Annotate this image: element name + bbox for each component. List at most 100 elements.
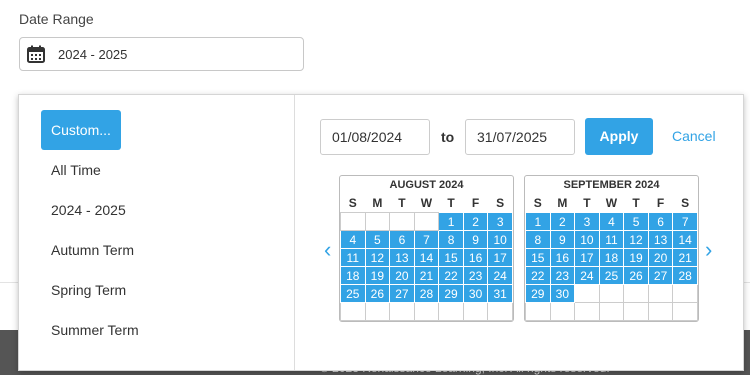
apply-button[interactable]: Apply [585,118,653,155]
calendar-day[interactable]: 16 [462,248,489,267]
calendar-day[interactable]: 29 [525,284,551,303]
date-range-label: Date Range [19,11,94,27]
calendar-day[interactable]: 8 [525,230,551,249]
calendar-day[interactable]: 29 [438,284,464,303]
calendar-day[interactable]: 18 [598,248,625,267]
date-range-popup: Custom... All Time 2024 - 2025 Autumn Te… [18,94,744,371]
calendar-icon [27,45,45,63]
calendar-empty-cell [574,302,600,321]
calendar-day[interactable]: 12 [623,230,649,249]
calendar-day[interactable]: 2 [462,212,489,231]
calendar-day[interactable]: 10 [487,230,513,249]
calendar-week: 15 16 17 18 19 20 21 [525,248,698,267]
weekday-header: W [605,196,618,210]
calendar-day[interactable]: 27 [647,266,674,285]
calendar-day[interactable]: 25 [598,266,625,285]
calendar-grid: S M T W T F S 1 2 3 4 5 6 7 8 9 10 11 12 13 14 15 16 17 18 19 20 21… [340,194,513,321]
calendar-day[interactable]: 6 [389,230,415,249]
calendar-day[interactable]: 6 [647,212,674,231]
calendar-grid: S M T W T F S 1 2 3 4 5 6 7 8 9 10 11 12 13 14 15 16 17 18 19 20 21… [525,194,698,321]
calendar-day[interactable]: 7 [672,212,698,231]
calendar-day[interactable]: 11 [598,230,625,249]
calendar-day[interactable]: 5 [623,212,649,231]
calendar-day[interactable]: 30 [462,284,489,303]
preset-all-time[interactable]: All Time [41,150,111,190]
calendar-day[interactable]: 19 [364,266,391,285]
calendar-day[interactable]: 16 [549,248,576,267]
weekday-header: F [471,196,480,210]
weekday-header: W [420,196,433,210]
calendar-day[interactable]: 20 [389,266,415,285]
calendar-day[interactable]: 18 [340,266,366,285]
calendar-day[interactable]: 25 [340,284,366,303]
calendar-day[interactable]: 21 [413,266,440,285]
preset-autumn-term[interactable]: Autumn Term [41,230,144,270]
calendar-empty-cell [413,302,440,321]
calendar-week [525,302,698,321]
calendar-day[interactable]: 1 [525,212,551,231]
calendar-day[interactable]: 22 [525,266,551,285]
date-range-select[interactable]: 2024 - 2025 [19,37,304,71]
calendar-day[interactable]: 22 [438,266,464,285]
calendar-day[interactable]: 30 [549,284,576,303]
calendar-day[interactable]: 4 [598,212,625,231]
calendar-day[interactable]: 14 [413,248,440,267]
calendar-day[interactable]: 13 [647,230,674,249]
calendar-day[interactable]: 14 [672,230,698,249]
calendar-day[interactable]: 2 [549,212,576,231]
calendar-day[interactable]: 10 [574,230,600,249]
calendar-day[interactable]: 21 [672,248,698,267]
calendar-day[interactable]: 24 [487,266,513,285]
calendar-day[interactable]: 8 [438,230,464,249]
calendar-day[interactable]: 31 [487,284,513,303]
calendar-day[interactable]: 13 [389,248,415,267]
calendar-day[interactable]: 28 [413,284,440,303]
preset-2024-2025[interactable]: 2024 - 2025 [41,190,136,230]
calendar-day[interactable]: 23 [549,266,576,285]
calendar-empty-cell [647,284,674,303]
calendar-day[interactable]: 5 [364,230,391,249]
calendar-empty-cell [647,302,674,321]
calendar-day[interactable]: 7 [413,230,440,249]
calendar-day[interactable]: 17 [574,248,600,267]
calendar-day[interactable]: 4 [340,230,366,249]
preset-custom[interactable]: Custom... [41,110,121,150]
calendar-empty-cell [598,284,625,303]
start-date-input[interactable]: 01/08/2024 [320,119,430,155]
calendar-day[interactable]: 15 [525,248,551,267]
weekday-header: T [583,196,591,210]
calendar-empty-cell [525,302,551,321]
calendar-day[interactable]: 3 [487,212,513,231]
calendar-day[interactable]: 9 [549,230,576,249]
calendar-day[interactable]: 24 [574,266,600,285]
calendar-day[interactable]: 11 [340,248,366,267]
chevron-left-icon[interactable]: ‹ [324,237,331,263]
cancel-button[interactable]: Cancel [672,128,716,144]
calendar-day[interactable]: 28 [672,266,698,285]
calendar-day[interactable]: 23 [462,266,489,285]
end-date-input[interactable]: 31/07/2025 [465,119,575,155]
weekday-header: T [447,196,455,210]
calendar-day[interactable]: 27 [389,284,415,303]
calendar-day[interactable]: 12 [364,248,391,267]
calendar-week: 4 5 6 7 8 9 10 [340,230,513,249]
calendar-empty-cell [389,302,415,321]
preset-spring-term[interactable]: Spring Term [41,270,136,310]
preset-summer-term[interactable]: Summer Term [41,310,149,350]
calendar-day[interactable]: 17 [487,248,513,267]
chevron-right-icon[interactable]: › [705,237,712,263]
calendar-month-title: SEPTEMBER 2024 [563,179,660,191]
calendar-day[interactable]: 9 [462,230,489,249]
calendar-august: AUGUST 2024 S M T W T F S 1 2 3 4 5 6 7 8 9 10 11 12 13 14 15… [339,175,514,322]
calendar-empty-cell [623,284,649,303]
calendar-september: SEPTEMBER 2024 S M T W T F S 1 2 3 4 5 6 7 8 9 10 11 12 13 1… [524,175,699,322]
calendar-week: 8 9 10 11 12 13 14 [525,230,698,249]
calendar-day[interactable]: 19 [623,248,649,267]
calendar-day[interactable]: 1 [438,212,464,231]
weekday-header: M [557,196,568,210]
calendar-day[interactable]: 15 [438,248,464,267]
calendar-day[interactable]: 3 [574,212,600,231]
calendar-day[interactable]: 26 [623,266,649,285]
calendar-day[interactable]: 20 [647,248,674,267]
calendar-day[interactable]: 26 [364,284,391,303]
